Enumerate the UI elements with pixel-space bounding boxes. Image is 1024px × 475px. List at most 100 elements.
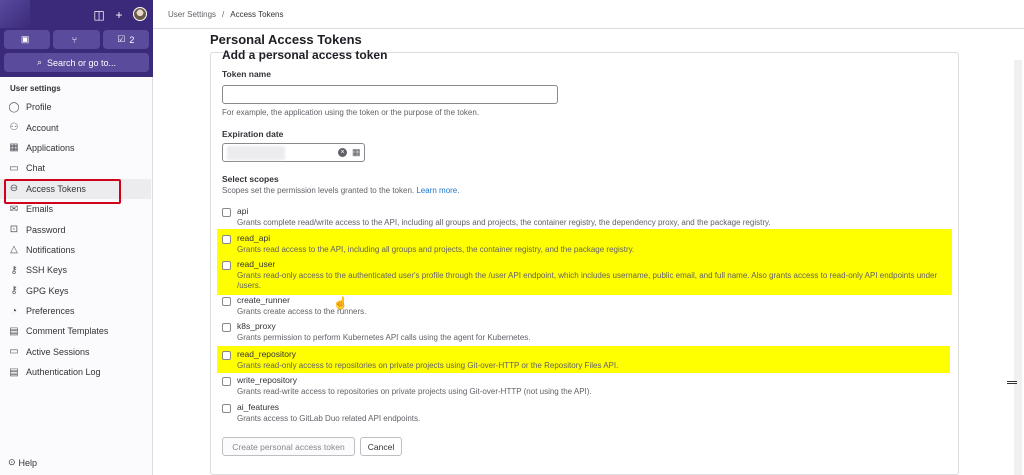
learn-more-link[interactable]: Learn more. <box>416 186 459 195</box>
scope-name: api <box>237 206 249 216</box>
help-label: Help <box>18 457 38 468</box>
sidebar-item-applications[interactable]: ▦ Applications <box>0 138 153 158</box>
scope-name: create_runner <box>237 295 290 305</box>
token-name-input[interactable] <box>222 85 558 104</box>
sidebar-item-comment-templates[interactable]: ▤ Comment Templates <box>0 321 153 341</box>
select-scopes-label: Select scopes <box>222 174 279 184</box>
sidebar-item-label: Chat <box>26 163 46 174</box>
breadcrumb-parent[interactable]: User Settings <box>168 10 216 19</box>
search-button[interactable]: ⌕ Search or go to... <box>4 53 149 72</box>
sidebar-item-preferences[interactable]: ◔ Preferences <box>0 301 153 321</box>
token-name-help: For example, the application using the t… <box>222 108 480 117</box>
todos-count-button[interactable]: ☑ 2 <box>102 30 149 49</box>
merge-request-icon: ⑂ <box>71 34 78 45</box>
sidebar-item-label: Notifications <box>26 244 76 255</box>
scope-description: Grants access to GitLab Duo related API … <box>237 414 421 423</box>
expiration-date-value <box>227 146 285 160</box>
scope-description: Grants read access to the API, including… <box>237 245 635 254</box>
sidebar-item-authentication-log[interactable]: ▤ Authentication Log <box>0 362 153 382</box>
scope-checkbox[interactable] <box>222 261 231 270</box>
sidebar-item-label: Applications <box>26 142 75 153</box>
scope-description: Grants complete read/write access to the… <box>237 218 771 227</box>
page-title: Personal Access Tokens <box>210 32 362 47</box>
scope-checkbox[interactable] <box>222 351 231 360</box>
sidebar-item-label: SSH Keys <box>26 265 68 276</box>
sidebar-item-label: Active Sessions <box>26 346 90 357</box>
merge-requests-count-button[interactable]: ⑂ <box>53 30 100 49</box>
sidebar-item-label: Account <box>26 122 59 133</box>
sidebar-item-access-tokens[interactable]: ⊖ Access Tokens <box>0 178 151 205</box>
breadcrumb: User Settings / Access Tokens <box>153 0 1024 29</box>
scope-description: Grants permission to perform Kubernetes … <box>237 333 531 342</box>
scopes-help: Scopes set the permission levels granted… <box>222 186 459 195</box>
sidebar-item-chat[interactable]: ▭ Chat <box>0 158 153 178</box>
profile-icon: ◯ <box>8 101 20 113</box>
sidebar-section-title: User settings <box>10 84 61 93</box>
todo-icon: ☑ <box>117 34 126 44</box>
scope-name: ai_features <box>237 402 280 412</box>
expiration-date-label: Expiration date <box>222 129 284 139</box>
help-button[interactable]: ⊙ Help <box>8 457 37 468</box>
toggle-sidebar-icon[interactable]: ◫ <box>92 8 106 22</box>
create-token-button[interactable]: Create personal access token <box>222 437 355 456</box>
scope-checkbox[interactable] <box>222 235 231 244</box>
sidebar-item-label: Profile <box>26 102 52 113</box>
scope-name: k8s_proxy <box>237 321 276 331</box>
sidebar-item-label: Comment Templates <box>26 326 109 337</box>
app: ◫ + ▣ ⑂ ☑ 2 ⌕ Search or go to... User se… <box>0 0 1024 475</box>
help-icon: ⊙ <box>8 457 16 467</box>
sidebar-nav: ◯ Profile ⚇ Account ▦ Applications ▭ Chat ⊖ A… <box>0 97 153 382</box>
scope-name: write_repository <box>237 375 297 385</box>
plus-icon[interactable]: + <box>112 8 126 22</box>
scope-checkbox[interactable] <box>222 208 231 217</box>
todo-count: 2 <box>129 34 135 45</box>
scope-checkbox[interactable] <box>222 404 231 413</box>
breadcrumb-current: Access Tokens <box>230 9 284 19</box>
log-icon: ▤ <box>9 366 19 378</box>
sidebar-counts: ▣ ⑂ ☑ 2 <box>4 30 149 49</box>
scope-description: Grants read-only access to repositories … <box>237 361 619 370</box>
lock-icon: ⊡ <box>9 224 19 236</box>
clear-icon[interactable]: × <box>338 148 347 157</box>
sidebar-item-gpg-keys[interactable]: ⚷ GPG Keys <box>0 281 153 301</box>
comment-icon: ▤ <box>9 325 19 337</box>
scrollbar-handle[interactable] <box>1007 381 1017 384</box>
avatar[interactable] <box>133 7 147 21</box>
scope-checkbox[interactable] <box>222 323 231 332</box>
scope-name: read_user <box>237 259 276 269</box>
issues-count-button[interactable]: ▣ <box>4 30 51 49</box>
scrollbar[interactable] <box>1014 60 1022 475</box>
mouse-cursor-icon: ☝ <box>333 296 348 310</box>
gitlab-logo-icon[interactable] <box>0 0 30 28</box>
scope-checkbox[interactable] <box>222 297 231 306</box>
scope-description: Grants read-only access to the authentic… <box>237 271 938 290</box>
search-icon: ⌕ <box>36 57 42 67</box>
sidebar-item-label: Access Tokens <box>26 183 86 194</box>
sidebar-item-profile[interactable]: ◯ Profile <box>0 97 153 117</box>
sidebar: ◫ + ▣ ⑂ ☑ 2 ⌕ Search or go to... User se… <box>0 0 153 475</box>
bell-icon: △ <box>10 244 18 256</box>
sidebar-item-notifications[interactable]: △ Notifications <box>0 240 153 260</box>
sidebar-item-label: Authentication Log <box>26 367 101 378</box>
scopes-help-text: Scopes set the permission levels granted… <box>222 186 415 195</box>
sidebar-item-active-sessions[interactable]: ▭ Active Sessions <box>0 342 153 362</box>
breadcrumb-separator: / <box>222 9 225 19</box>
scope-description: Grants read-write access to repositories… <box>237 387 592 396</box>
sidebar-item-ssh-keys[interactable]: ⚷ SSH Keys <box>0 260 153 280</box>
sidebar-item-label: Preferences <box>26 306 75 317</box>
scope-name: read_repository <box>237 349 297 359</box>
monitor-icon: ▭ <box>9 346 19 358</box>
mail-icon: ✉ <box>9 203 19 215</box>
sidebar-item-account[interactable]: ⚇ Account <box>0 117 153 137</box>
token-icon: ⊖ <box>9 183 19 195</box>
scope-checkbox[interactable] <box>222 377 231 386</box>
issues-icon: ▣ <box>20 34 30 44</box>
cancel-button[interactable]: Cancel <box>360 437 402 456</box>
sidebar-item-emails[interactable]: ✉ Emails <box>0 199 153 219</box>
chat-icon: ▭ <box>9 162 19 174</box>
applications-icon: ▦ <box>9 142 19 154</box>
calendar-icon[interactable]: ▦ <box>352 147 361 158</box>
sidebar-header: ◫ + ▣ ⑂ ☑ 2 ⌕ Search or go to... <box>0 0 153 77</box>
sidebar-item-password[interactable]: ⊡ Password <box>0 219 153 239</box>
scope-name: read_api <box>237 233 271 243</box>
